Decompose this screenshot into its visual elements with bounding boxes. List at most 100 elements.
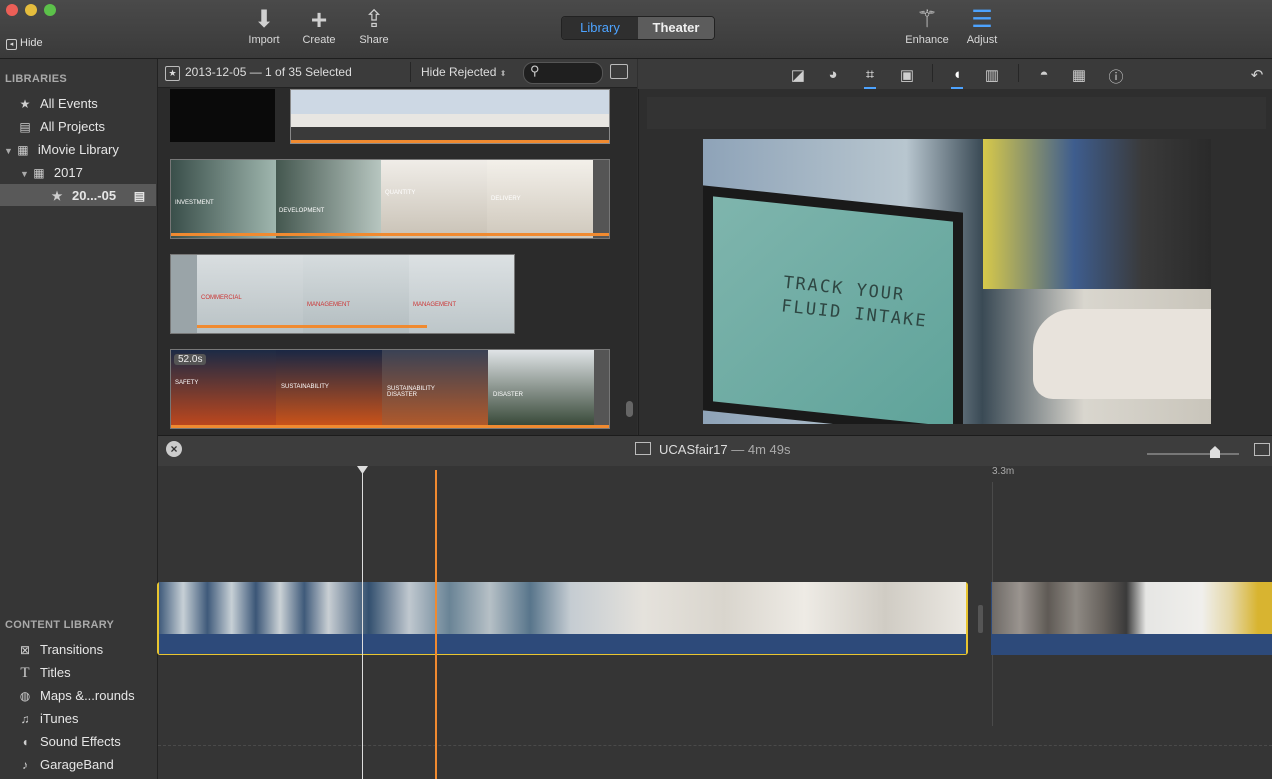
close-window-button[interactable] — [6, 4, 18, 16]
color-palette-icon[interactable]: ◕ — [822, 66, 844, 83]
sidebar-item-label: 20...-05 — [72, 188, 117, 203]
used-range-bar — [197, 325, 427, 328]
video-filmstrip — [159, 582, 966, 634]
adjust-options-bar — [647, 97, 1266, 129]
clip-thumbnail — [381, 160, 487, 238]
sidebar-item-event[interactable]: ★ 20...-05 ▤ — [49, 184, 145, 207]
video-preview[interactable]: TRACK YOUR FLUID INTAKE — [703, 139, 1211, 424]
divider — [410, 62, 411, 82]
clip-label: DEVELOPMENT — [279, 208, 325, 214]
zoom-window-button[interactable] — [44, 4, 56, 16]
content-item-label: Sound Effects — [40, 734, 121, 749]
clip-label: DISASTER — [493, 392, 524, 398]
share-icon: ⇪ — [363, 6, 385, 33]
reset-undo-icon[interactable]: ↶ — [1246, 66, 1268, 84]
clip-thumbnail — [171, 255, 197, 333]
volume-icon[interactable]: ◖ — [946, 66, 968, 83]
next-clip-audio — [992, 640, 1272, 654]
zoom-slider-track — [1147, 453, 1239, 455]
enhance-button[interactable]: ⚚ Enhance — [897, 6, 957, 46]
adjust-button[interactable]: ☰ Adjust — [952, 6, 1012, 46]
hide-sidebar-icon: ◂ — [6, 39, 17, 50]
sidebar-item-all-events[interactable]: ★ All Events — [17, 92, 98, 115]
sidebar-item-2017[interactable]: ▼ ▦ 2017 — [20, 161, 83, 184]
black-clip[interactable] — [170, 89, 275, 142]
used-range-bar — [171, 233, 609, 236]
audio-drop-zone — [158, 745, 1272, 747]
playhead[interactable] — [435, 470, 437, 779]
clip-thumbnail — [488, 350, 594, 428]
clip-thumbnail — [171, 160, 276, 238]
used-range-bar — [171, 425, 609, 428]
star-icon: ★ — [165, 66, 180, 81]
info-icon[interactable]: ⓘ — [1105, 66, 1127, 87]
sliders-icon: ☰ — [971, 6, 993, 33]
clip-row-investment[interactable]: INVESTMENT DEVELOPMENT QUANTITY DELIVERY — [170, 159, 610, 239]
clip-row-commercial[interactable]: COMMERCIAL MANAGEMENT MANAGEMENT — [170, 254, 515, 334]
magic-wand-icon: ⚚ — [916, 6, 938, 33]
event-selection-text: 2013-12-05 — 1 of 35 Selected — [185, 65, 352, 79]
clip-label: SUSTAINABILITY DISASTER — [387, 386, 435, 398]
filter-label: Hide Rejected — [421, 65, 497, 79]
active-indicator — [951, 87, 963, 89]
clip-label: DELIVERY — [491, 196, 521, 202]
content-library-heading: CONTENT LIBRARY — [5, 619, 115, 631]
search-input[interactable]: ⚲ — [523, 62, 603, 84]
browser-scrollbar[interactable] — [626, 401, 633, 417]
event-title: ★ 2013-12-05 — 1 of 35 Selected — [165, 65, 352, 81]
share-button[interactable]: ⇪ Share — [344, 6, 404, 46]
library-tab[interactable]: Library — [562, 17, 638, 39]
divider — [1018, 64, 1019, 82]
sidebar-item-all-projects[interactable]: ▤ All Projects — [17, 115, 105, 138]
content-item-transitions[interactable]: ⊠ Transitions — [17, 638, 103, 661]
timeline-settings-icon[interactable] — [1254, 443, 1270, 456]
search-icon: ⚲ — [530, 63, 540, 78]
enhance-label: Enhance — [905, 34, 949, 46]
background-wall — [983, 139, 1211, 289]
hide-sidebar-button[interactable]: ◂ Hide — [6, 37, 43, 50]
stabilization-camera-icon[interactable]: ▣ — [896, 66, 918, 84]
create-button[interactable]: + Create — [289, 6, 349, 47]
content-item-label: Titles — [40, 665, 71, 680]
globe-icon: ◍ — [19, 689, 31, 703]
import-arrow-icon: ⬇ — [253, 6, 275, 33]
houses-clip[interactable] — [290, 89, 610, 144]
clip-row-safety[interactable]: 52.0s SAFETY SUSTAINABILITY SUSTAINABILI… — [170, 349, 610, 429]
sidebar-item-label: 2017 — [53, 165, 83, 180]
filter-popup[interactable]: Hide Rejected ⬍ — [421, 65, 506, 79]
library-theater-switch: Library Theater — [561, 16, 715, 40]
content-item-garageband[interactable]: ♪ GarageBand — [17, 753, 114, 776]
person-hands — [1033, 309, 1211, 399]
minimize-window-button[interactable] — [25, 4, 37, 16]
import-button[interactable]: ⬇ Import — [234, 6, 294, 46]
skimmer-line[interactable] — [362, 470, 363, 779]
titles-icon: T — [20, 665, 30, 681]
speaker-icon: ◖ — [21, 735, 29, 749]
sidebar-item-label: iMovie Library — [37, 142, 119, 157]
equalizer-icon[interactable]: ▥ — [981, 66, 1003, 84]
create-label: Create — [302, 34, 336, 46]
hide-label: Hide — [20, 37, 43, 49]
clip-thumbnail — [276, 160, 381, 238]
content-item-label: Transitions — [40, 642, 104, 657]
theater-tab[interactable]: Theater — [638, 17, 714, 39]
crop-icon[interactable]: ⌗ — [859, 66, 881, 83]
content-item-titles[interactable]: T Titles — [17, 661, 71, 684]
filmstrip-icon[interactable] — [610, 64, 628, 79]
clip-gap-handle[interactable] — [978, 605, 983, 633]
content-item-maps[interactable]: ◍ Maps &...rounds — [17, 684, 135, 707]
close-project-button[interactable]: × — [166, 441, 182, 457]
clip-label: SAFETY — [175, 380, 199, 386]
disclosure-triangle-icon[interactable]: ▼ — [20, 169, 29, 179]
content-item-sound-effects[interactable]: ◖ Sound Effects — [17, 730, 121, 753]
disclosure-triangle-icon[interactable]: ▼ — [4, 146, 13, 156]
divider — [932, 64, 933, 82]
star-icon: ★ — [19, 97, 31, 111]
sidebar-item-imovie-library[interactable]: ▼ ▦ iMovie Library — [4, 138, 119, 161]
clip-label: COMMERCIAL — [201, 295, 242, 301]
color-balance-icon[interactable]: ◪ — [787, 66, 809, 84]
content-item-itunes[interactable]: ♫ iTunes — [17, 707, 79, 730]
filmstrip-icon — [635, 442, 651, 455]
speed-turtle-icon[interactable]: ◓ — [1033, 66, 1055, 83]
clip-filter-icon[interactable]: ▦ — [1068, 66, 1090, 84]
